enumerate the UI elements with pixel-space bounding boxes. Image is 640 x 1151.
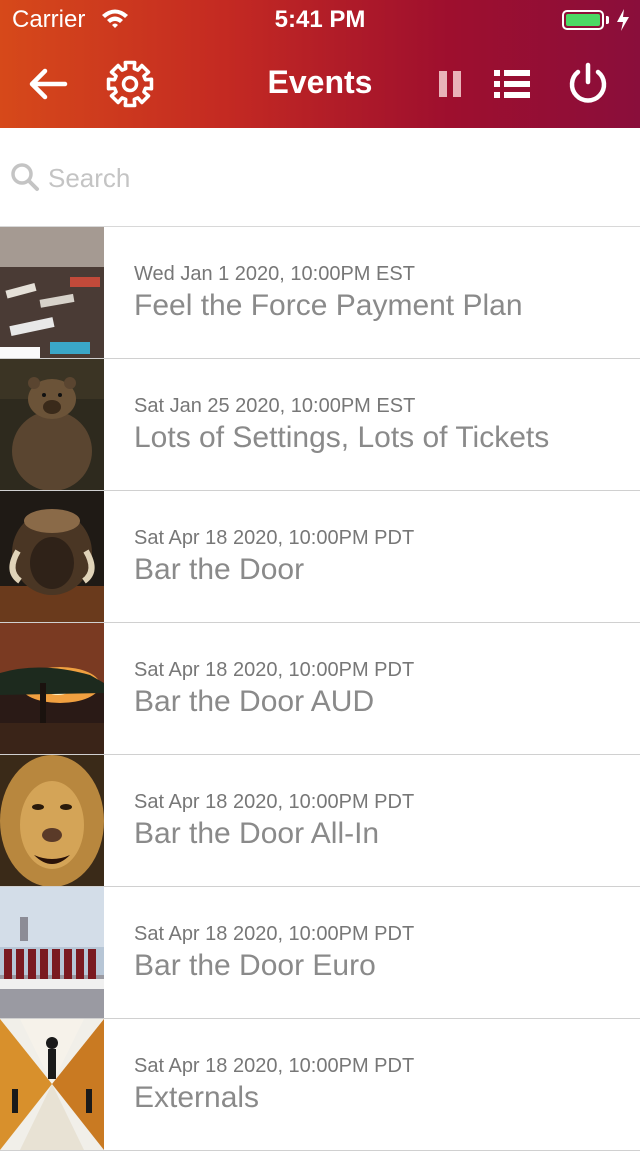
gear-icon — [106, 60, 154, 108]
settings-button[interactable] — [102, 40, 158, 128]
event-date: Sat Apr 18 2020, 10:00PM PDT — [134, 923, 415, 945]
event-row[interactable]: Sat Apr 18 2020, 10:00PM PDT Bar the Door… — [0, 755, 640, 887]
event-title: Externals — [134, 1081, 260, 1114]
battery-level-fill — [566, 14, 600, 26]
event-row[interactable]: Sat Apr 18 2020, 10:00PM PDT Externals — [0, 1019, 640, 1151]
kaleidoscope-photo — [0, 1019, 104, 1150]
event-row[interactable]: Sat Apr 18 2020, 10:00PM PDT Bar the Door — [0, 491, 640, 623]
lion-photo — [0, 755, 104, 886]
event-title: Bar the Door — [134, 553, 305, 586]
event-date: Sat Apr 18 2020, 10:00PM PDT — [134, 791, 415, 813]
event-title: Bar the Door All-In — [134, 817, 380, 850]
page-title: Events — [267, 64, 373, 100]
musk-ox-photo — [0, 491, 104, 622]
clock-time: 5:41 PM — [274, 6, 366, 33]
event-row[interactable]: Sat Apr 18 2020, 10:00PM PDT Bar the Door… — [0, 887, 640, 1019]
sunset-tree-photo — [0, 623, 104, 754]
market-photo — [0, 227, 104, 358]
app-header: Carrier 5:41 PM Events — [0, 0, 640, 128]
search-input[interactable] — [46, 156, 610, 200]
battery-icon — [562, 10, 604, 30]
arrow-left-icon — [29, 68, 68, 100]
event-title: Bar the Door AUD — [134, 685, 375, 718]
power-icon — [569, 62, 607, 103]
status-bar: Carrier 5:41 PM — [0, 0, 640, 40]
event-title: Lots of Settings, Lots of Tickets — [134, 421, 550, 454]
charging-bolt-icon — [617, 9, 629, 31]
event-date: Sat Apr 18 2020, 10:00PM PDT — [134, 659, 415, 681]
event-date: Sat Apr 18 2020, 10:00PM PDT — [134, 527, 415, 549]
pause-icon — [439, 71, 461, 97]
parade-photo — [0, 887, 104, 1018]
event-date: Sat Jan 25 2020, 10:00PM EST — [134, 395, 416, 417]
pause-button[interactable] — [430, 40, 470, 128]
list-view-button[interactable] — [488, 40, 536, 128]
search-icon — [11, 163, 39, 191]
event-date: Sat Apr 18 2020, 10:00PM PDT — [134, 1055, 415, 1077]
event-row[interactable]: Wed Jan 1 2020, 10:00PM EST Feel the Forc… — [0, 227, 640, 359]
battery-tip — [606, 16, 609, 24]
search-bar — [0, 128, 640, 227]
logout-button[interactable] — [560, 40, 616, 128]
back-button[interactable] — [20, 40, 76, 128]
event-list: Wed Jan 1 2020, 10:00PM EST Feel the Forc… — [0, 227, 640, 1151]
event-date: Wed Jan 1 2020, 10:00PM EST — [134, 263, 415, 285]
nav-bar: Events — [0, 40, 640, 128]
event-row[interactable]: Sat Jan 25 2020, 10:00PM EST Lots of Sett… — [0, 359, 640, 491]
event-title: Feel the Force Payment Plan — [134, 289, 523, 322]
bear-photo — [0, 359, 104, 490]
event-title: Bar the Door Euro — [134, 949, 376, 982]
event-row[interactable]: Sat Apr 18 2020, 10:00PM PDT Bar the Door… — [0, 623, 640, 755]
list-icon — [494, 70, 530, 98]
